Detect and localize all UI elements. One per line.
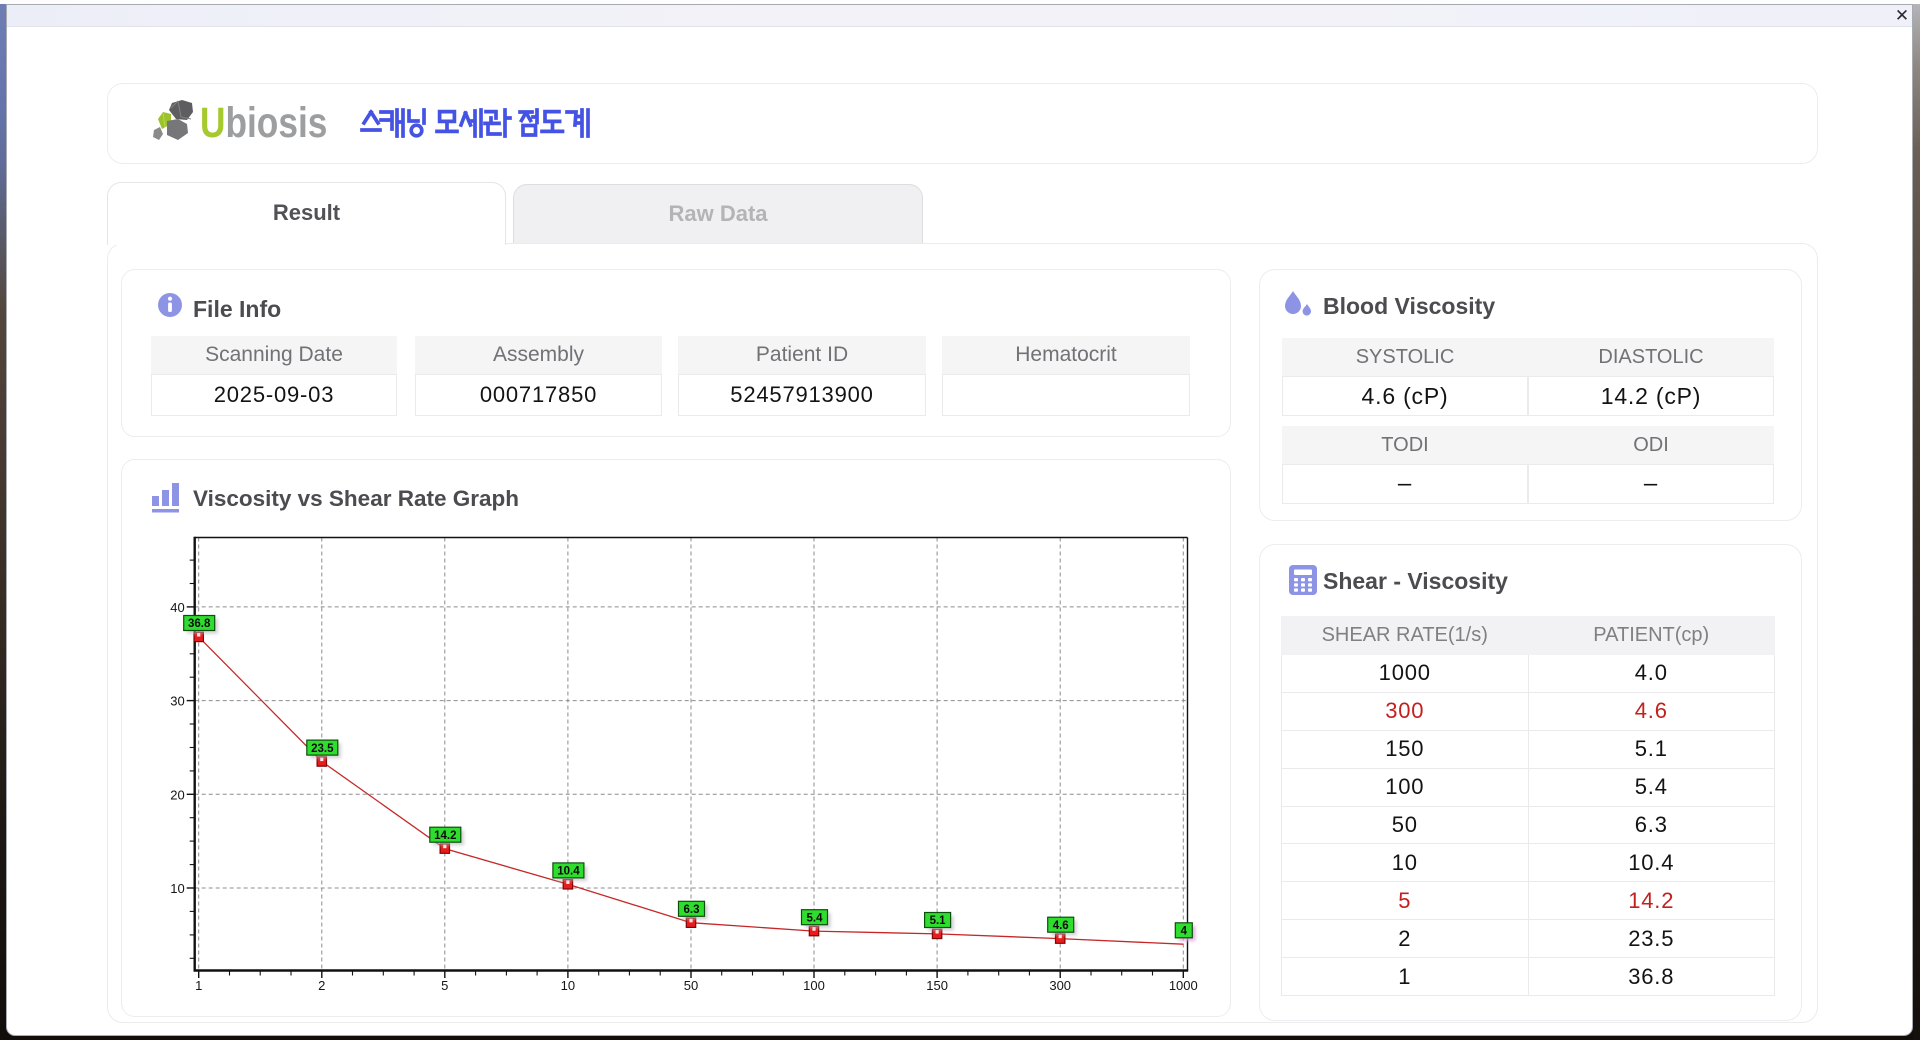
svg-text:5.1: 5.1 (930, 915, 947, 927)
svg-text:40: 40 (170, 600, 184, 615)
svg-text:4: 4 (1181, 926, 1188, 938)
svg-text:100: 100 (803, 978, 825, 993)
svg-text:36.8: 36.8 (188, 618, 211, 630)
svg-text:6.3: 6.3 (684, 904, 700, 916)
svg-text:10: 10 (561, 978, 575, 993)
svg-text:1000: 1000 (1169, 978, 1198, 993)
svg-text:2: 2 (318, 978, 325, 993)
svg-text:10.4: 10.4 (557, 866, 580, 878)
svg-text:50: 50 (684, 978, 698, 993)
svg-text:20: 20 (170, 787, 184, 802)
svg-text:5.4: 5.4 (807, 912, 824, 924)
svg-text:1: 1 (195, 978, 202, 993)
svg-text:4.6: 4.6 (1053, 920, 1069, 932)
svg-text:14.2: 14.2 (434, 830, 456, 842)
svg-text:23.5: 23.5 (311, 743, 334, 755)
svg-text:300: 300 (1049, 978, 1071, 993)
svg-text:30: 30 (170, 694, 184, 709)
svg-text:5: 5 (441, 978, 448, 993)
svg-text:10: 10 (170, 881, 184, 896)
svg-text:150: 150 (926, 978, 948, 993)
